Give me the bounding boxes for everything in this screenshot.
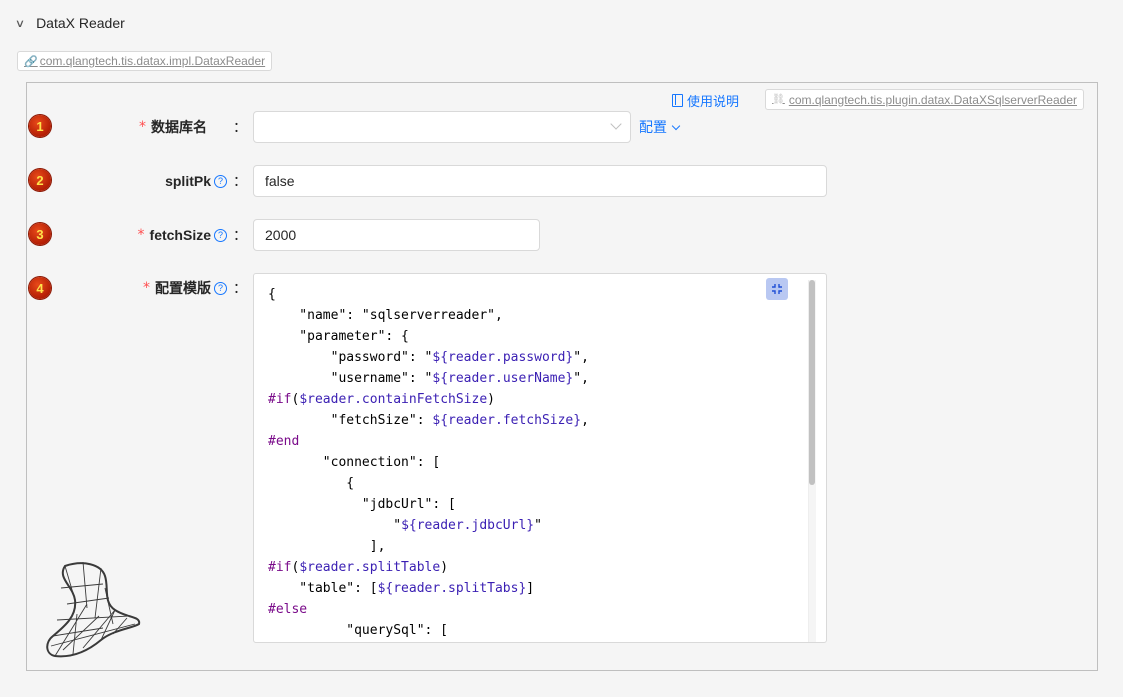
editor-scrollbar-thumb[interactable]: [809, 280, 815, 485]
doc-link[interactable]: 使用说明: [671, 91, 739, 109]
code-content[interactable]: { "name": "sqlserverreader", "parameter"…: [268, 284, 589, 641]
section-title: DataX Reader: [36, 15, 125, 31]
chevron-down-icon: [671, 121, 681, 130]
field-index-badge: 1: [29, 115, 51, 137]
code-line: #end: [268, 434, 300, 449]
code-line: "jdbcUrl": [: [268, 497, 456, 512]
field-label-text: splitPk: [165, 173, 211, 189]
template-code-editor[interactable]: { "name": "sqlserverreader", "parameter"…: [253, 273, 827, 643]
field-label-text: 数据库名: [151, 119, 207, 135]
field-label-text: fetchSize: [149, 227, 211, 243]
field-label-text: 配置模版: [155, 280, 211, 296]
question-circle-icon[interactable]: ?: [214, 174, 227, 188]
reader-config-panel: 使用说明 ⛓ com.qlangtech.tis.plugin.datax.Da…: [26, 82, 1098, 671]
dbname-select[interactable]: [253, 111, 631, 143]
field-label: * 数据库名 ：: [139, 111, 247, 143]
code-line: "${reader.jdbcUrl}": [268, 518, 542, 533]
code-line: {: [268, 476, 355, 491]
field-index-badge: 4: [29, 277, 51, 299]
colon: ：: [233, 119, 247, 135]
field-label: * 配置模版 ? ：: [143, 273, 247, 303]
code-line: #if($reader.containFetchSize): [268, 392, 495, 407]
required-mark: *: [143, 280, 150, 296]
fetchsize-value: 2000: [265, 227, 297, 243]
code-line: "name": "sqlserverreader",: [268, 308, 503, 323]
question-circle-icon[interactable]: ?: [214, 281, 227, 295]
splitpk-value: false: [265, 173, 295, 189]
splitpk-input[interactable]: false: [253, 165, 827, 197]
sqlserver-logo: [43, 558, 143, 663]
config-dropdown-link[interactable]: 配置: [639, 111, 681, 143]
colon: ：: [233, 173, 247, 189]
plugin-class-label: com.qlangtech.tis.plugin.datax.DataXSqls…: [788, 92, 1077, 107]
code-line: #if($reader.splitTable): [268, 560, 449, 575]
field-label: * fetchSize ? ：: [138, 219, 247, 251]
field-label: splitPk ? ：: [165, 165, 247, 197]
code-line: {: [268, 287, 276, 302]
code-line: "password": "${reader.password}",: [268, 350, 589, 365]
required-mark: *: [137, 227, 145, 243]
code-line: "fetchSize": ${reader.fetchSize},: [268, 413, 589, 428]
chevron-down-icon[interactable]: ∨: [15, 17, 25, 30]
impl-class-tag[interactable]: 🔗 com.qlangtech.tis.datax.impl.DataxRead…: [17, 51, 273, 71]
fullscreen-exit-icon[interactable]: [766, 278, 788, 300]
code-line: "parameter": {: [268, 329, 409, 344]
doc-link-label: 使用说明: [686, 93, 739, 109]
question-circle-icon[interactable]: ?: [214, 228, 227, 242]
code-line: #else: [268, 602, 308, 617]
fetchsize-input[interactable]: 2000: [253, 219, 540, 251]
colon: ：: [233, 280, 247, 296]
field-index-badge: 2: [29, 169, 51, 191]
code-line: "table": [${reader.splitTabs}]: [268, 581, 535, 596]
code-line: "username": "${reader.userName}",: [268, 371, 589, 386]
required-mark: *: [139, 119, 146, 135]
section-header[interactable]: ∨ DataX Reader: [15, 12, 125, 34]
code-line: ],: [268, 539, 386, 554]
code-line: "connection": [: [268, 455, 441, 470]
colon: ：: [233, 227, 247, 243]
chevron-down-icon: [610, 118, 622, 130]
file-icon: [671, 93, 683, 107]
config-link-label: 配置: [639, 119, 667, 135]
link-icon: ⛓: [772, 94, 785, 105]
field-index-badge: 3: [29, 223, 51, 245]
link-icon: 🔗: [24, 55, 38, 68]
code-line: "querySql": [: [268, 623, 449, 638]
plugin-class-tag[interactable]: ⛓ com.qlangtech.tis.plugin.datax.DataXSq…: [765, 89, 1084, 110]
impl-class-label: com.qlangtech.tis.datax.impl.DataxReader: [39, 54, 266, 68]
